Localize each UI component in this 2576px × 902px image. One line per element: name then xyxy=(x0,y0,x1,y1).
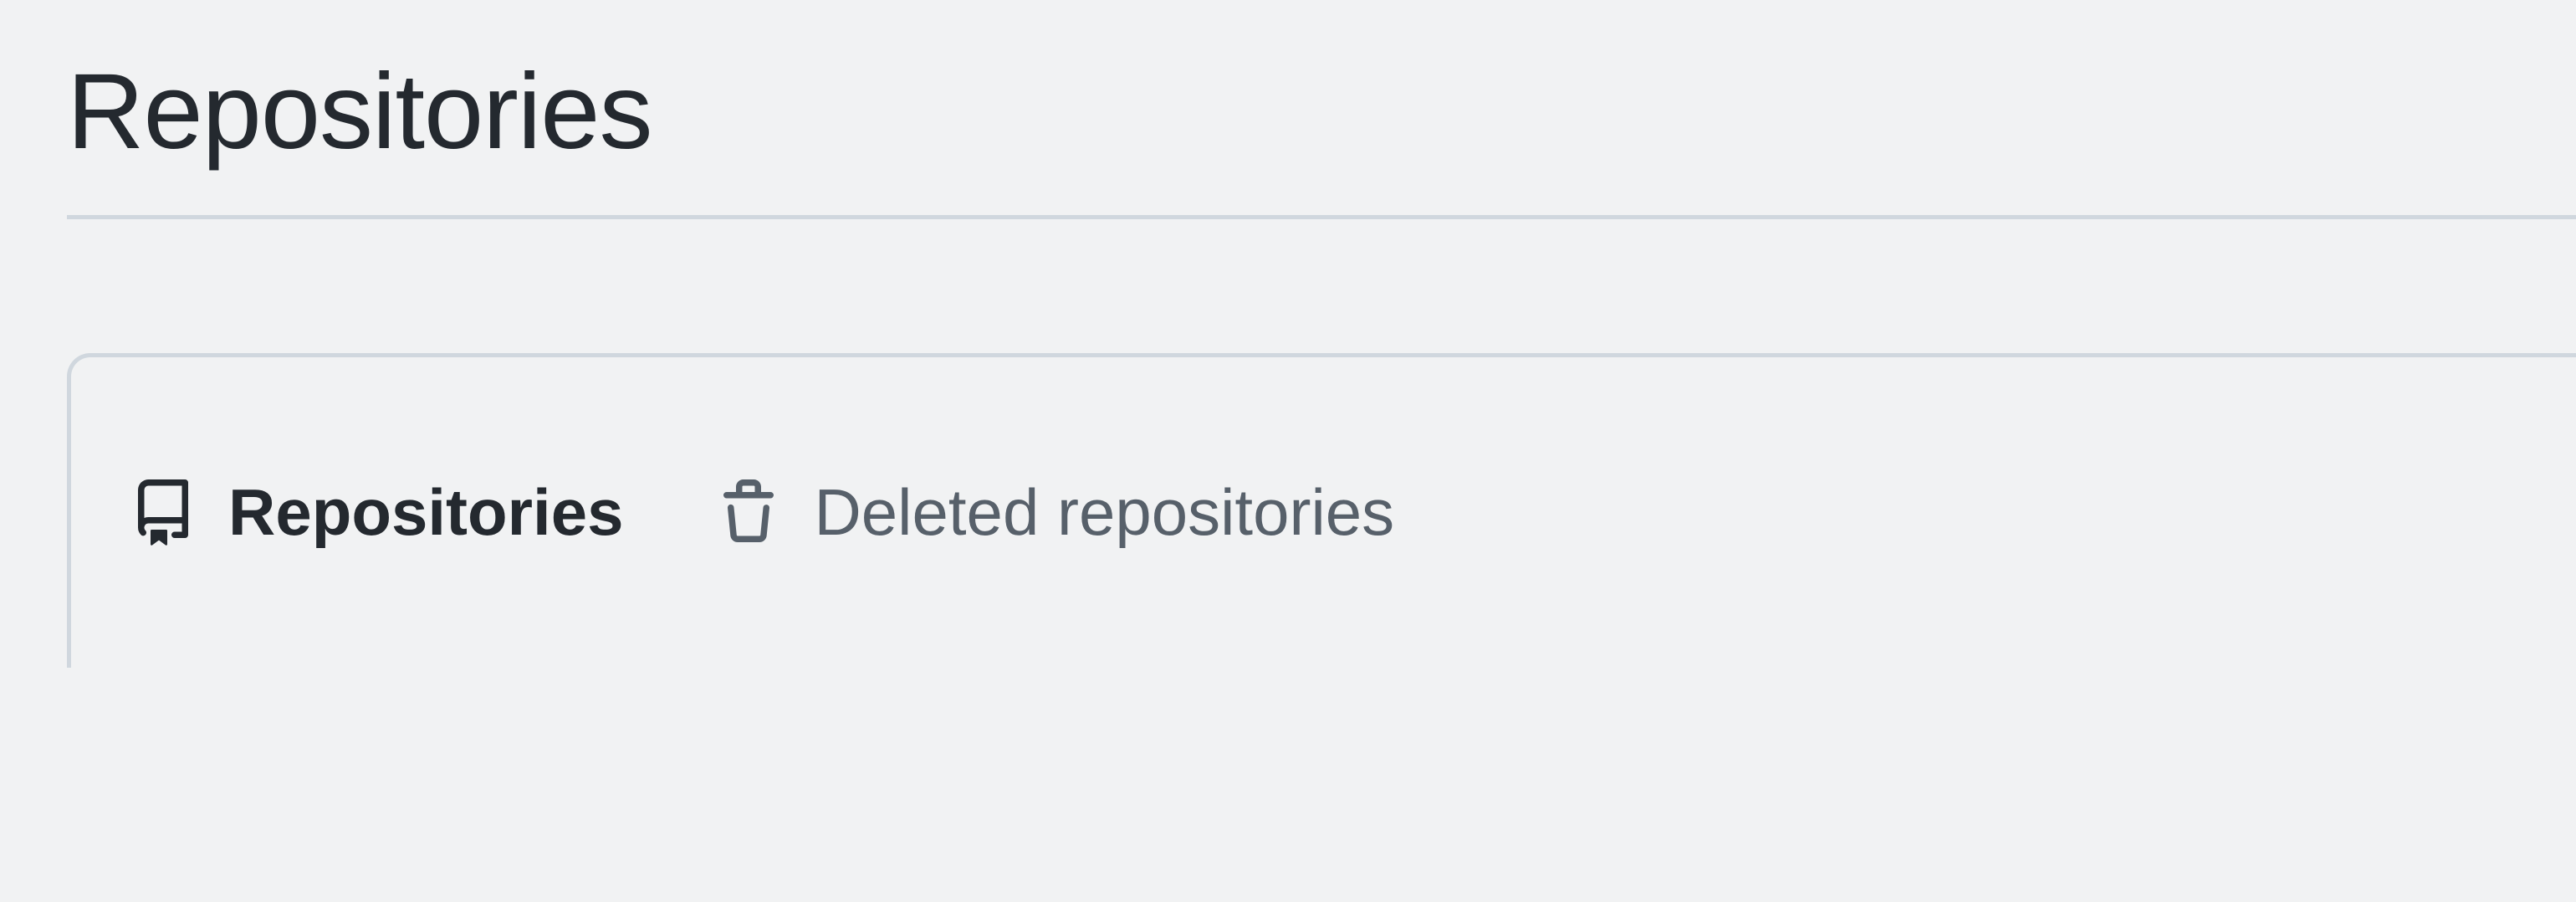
tab-deleted-repositories[interactable]: Deleted repositories xyxy=(715,474,1394,551)
section-divider xyxy=(67,215,2576,219)
tab-repositories[interactable]: Repositories xyxy=(130,474,623,551)
trash-icon xyxy=(715,479,782,546)
tab-bar: Repositories Deleted repositories xyxy=(130,474,2576,551)
repositories-panel: Repositories Deleted repositories xyxy=(67,353,2576,668)
tab-repositories-label: Repositories xyxy=(228,474,623,551)
page-container: Repositories Repositories Deleted reposi… xyxy=(0,0,2576,668)
tab-deleted-repositories-label: Deleted repositories xyxy=(814,474,1394,551)
page-title: Repositories xyxy=(67,50,2576,215)
repo-icon xyxy=(130,479,197,546)
